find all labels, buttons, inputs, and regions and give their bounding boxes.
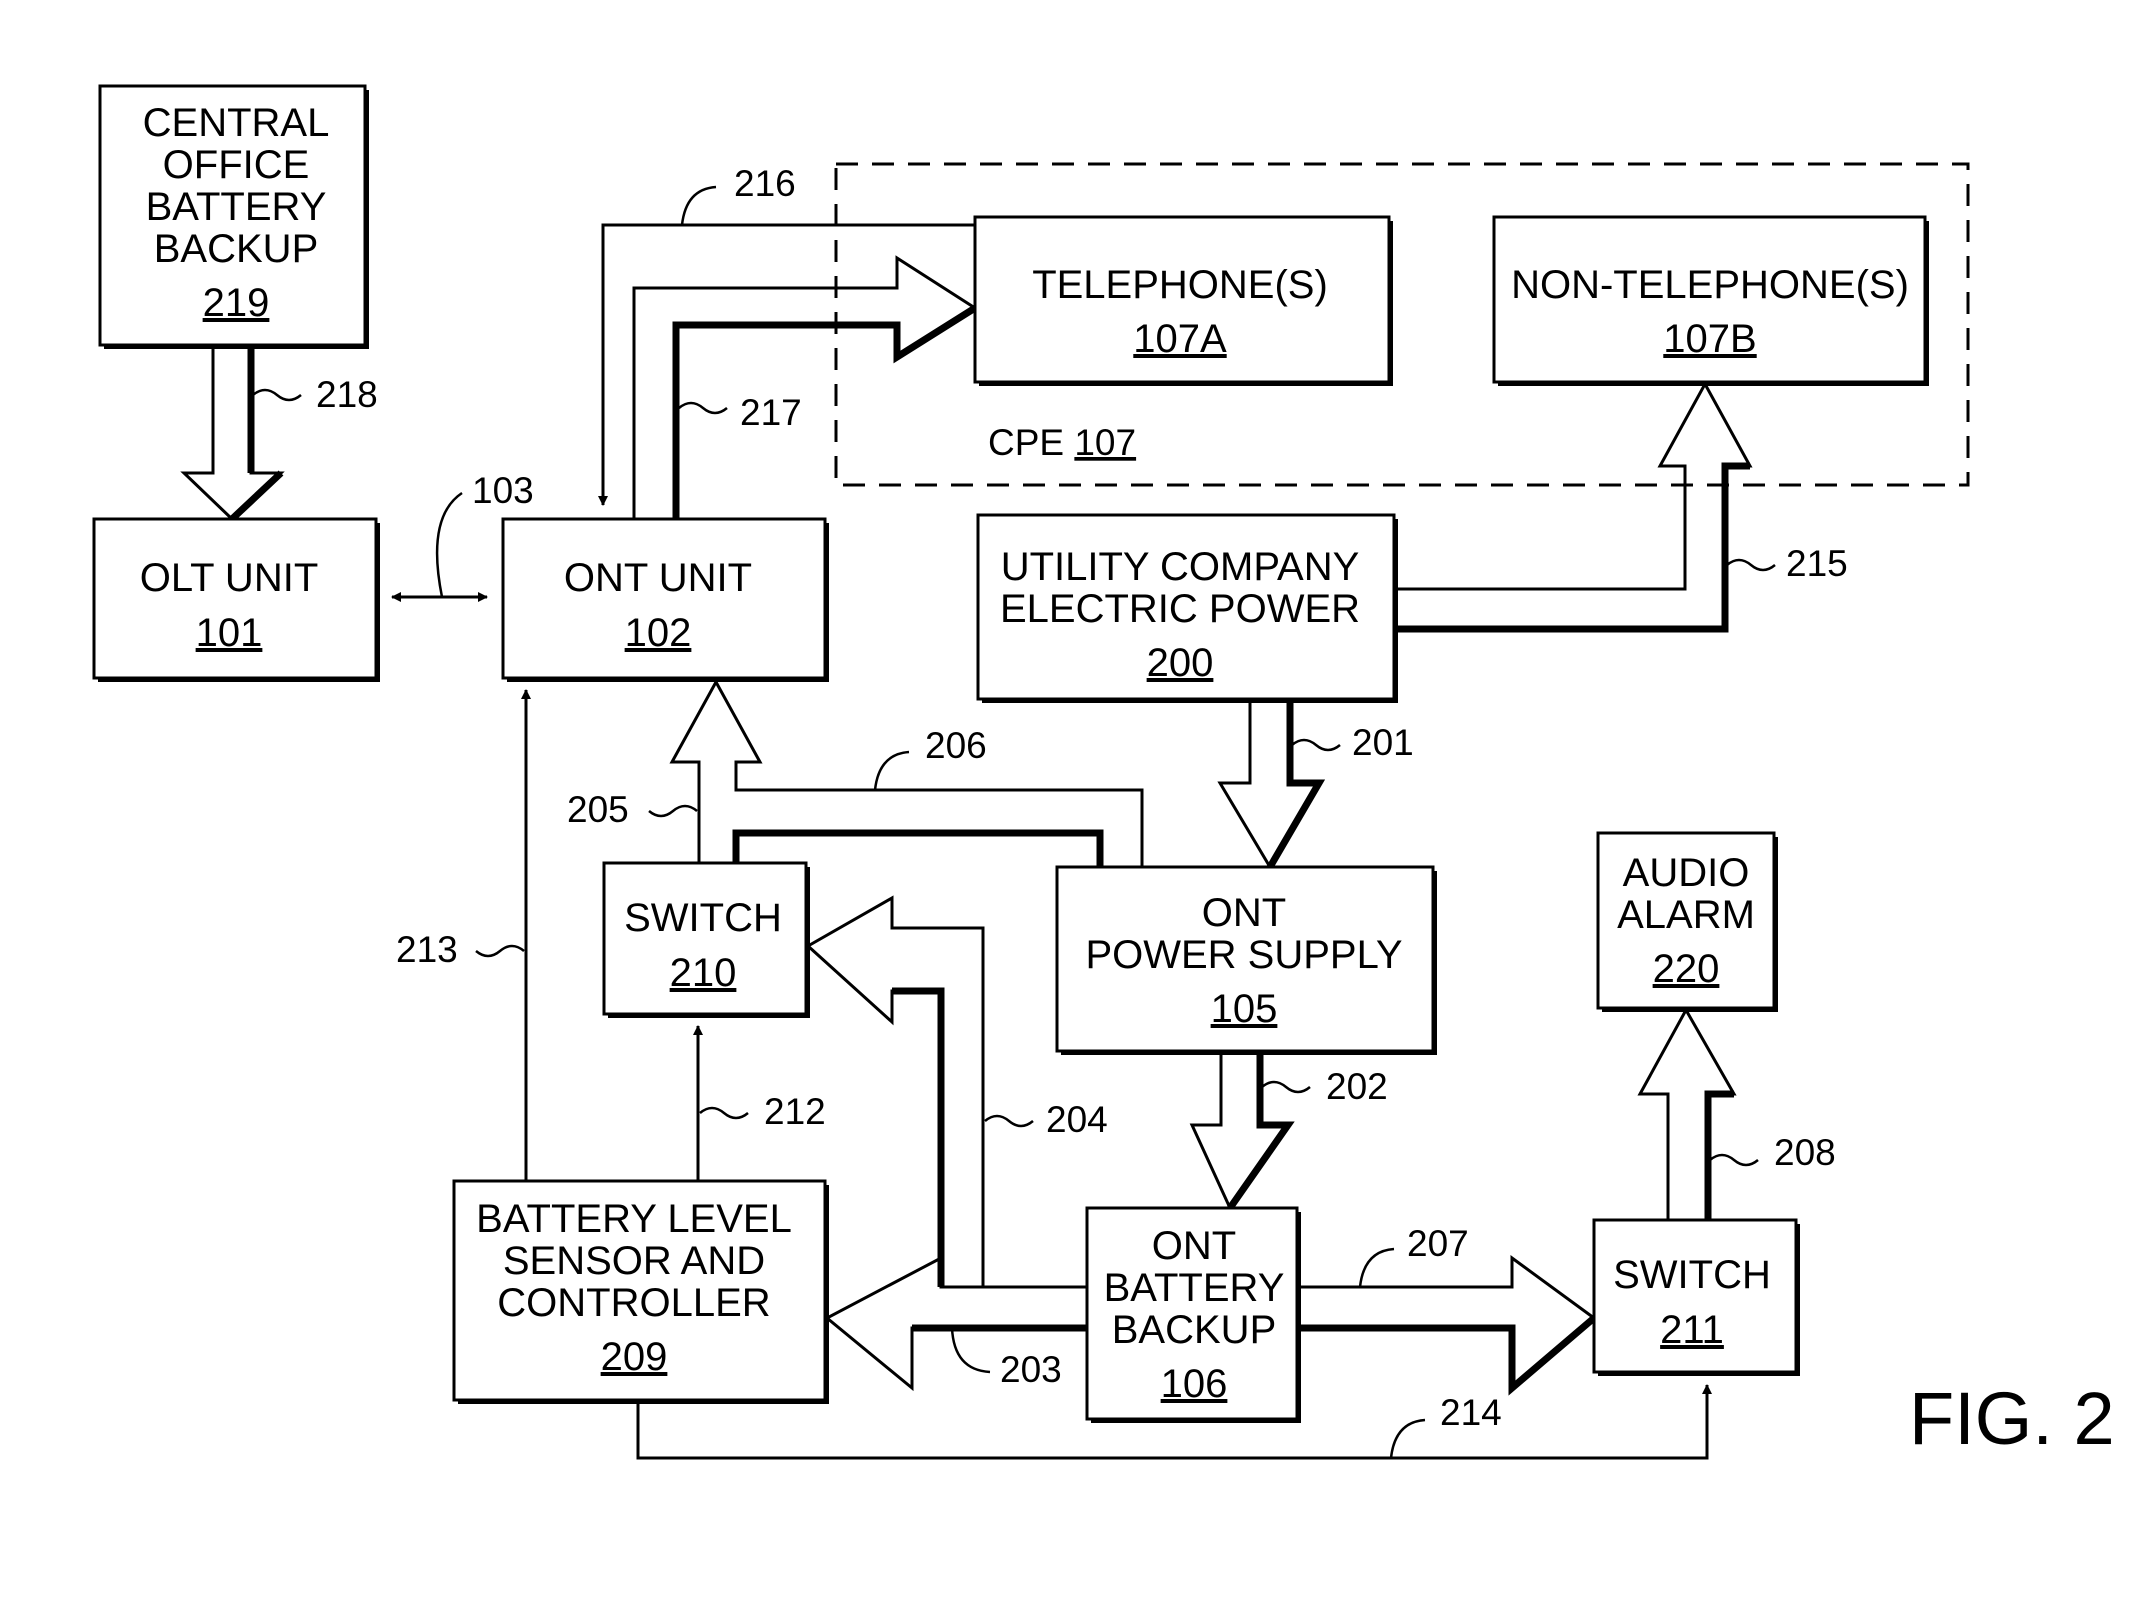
connector-207 <box>1297 1255 1597 1392</box>
block-ont-battery-backup: ONT BATTERY BACKUP 106 <box>1085 1206 1301 1423</box>
block-non-telephones: NON-TELEPHONE(S) 107B <box>1492 215 1929 386</box>
block-audio-alarm: AUDIO ALARM 220 <box>1596 831 1778 1012</box>
ref-215: 215 <box>1786 543 1848 584</box>
ref-211: 211 <box>1660 1308 1724 1352</box>
svg-text:ONT: ONT <box>1202 891 1286 935</box>
ref-220: 220 <box>1653 947 1720 991</box>
ref-214: 214 <box>1440 1392 1502 1433</box>
svg-text:CONTROLLER: CONTROLLER <box>497 1281 770 1325</box>
ref-204: 204 <box>1046 1099 1108 1140</box>
connector-216 <box>598 223 975 506</box>
svg-text:UTILITY COMPANY: UTILITY COMPANY <box>1001 545 1360 589</box>
svg-text:SWITCH: SWITCH <box>624 896 782 940</box>
block-battery-controller: BATTERY LEVEL SENSOR AND CONTROLLER 209 <box>452 1179 829 1404</box>
ref-210: 210 <box>670 951 737 995</box>
svg-text:BATTERY: BATTERY <box>1104 1266 1285 1310</box>
svg-text:BATTERY LEVEL: BATTERY LEVEL <box>476 1197 792 1241</box>
ref-209: 209 <box>601 1335 668 1379</box>
ref-216: 216 <box>734 163 796 204</box>
block-ont-power-supply: ONT POWER SUPPLY 105 <box>1055 865 1437 1055</box>
ref-202: 202 <box>1326 1066 1388 1107</box>
connector-208 <box>1637 1006 1737 1220</box>
svg-text:OLT UNIT: OLT UNIT <box>140 556 319 600</box>
svg-text:ALARM: ALARM <box>1617 893 1755 937</box>
svg-text:SENSOR AND: SENSOR AND <box>503 1239 765 1283</box>
svg-text:SWITCH: SWITCH <box>1613 1253 1771 1297</box>
connector-217 <box>632 255 978 519</box>
svg-text:NON-TELEPHONE(S): NON-TELEPHONE(S) <box>1511 263 1909 307</box>
connector-202 <box>1189 1053 1291 1212</box>
block-co-battery-backup: CENTRAL OFFICE BATTERY BACKUP 219 <box>98 84 369 349</box>
svg-text:ELECTRIC POWER: ELECTRIC POWER <box>1000 587 1360 631</box>
block-olt-unit: OLT UNIT 101 <box>92 517 380 682</box>
ref-102: 102 <box>625 611 692 655</box>
ref-219: 219 <box>203 281 270 325</box>
ref-217: 217 <box>740 392 802 433</box>
block-telephones: TELEPHONE(S) 107A <box>973 215 1393 386</box>
block-switch-210: SWITCH 210 <box>602 861 810 1018</box>
svg-text:POWER SUPPLY: POWER SUPPLY <box>1085 933 1402 977</box>
svg-text:BACKUP: BACKUP <box>1112 1308 1277 1352</box>
ref-201: 201 <box>1352 722 1414 763</box>
ref-106: 106 <box>1161 1362 1228 1406</box>
svg-text:BATTERY: BATTERY <box>146 185 327 229</box>
svg-text:TELEPHONE(S): TELEPHONE(S) <box>1032 263 1328 307</box>
svg-text:AUDIO: AUDIO <box>1623 851 1750 895</box>
cpe-label: CPE 107 <box>988 422 1136 463</box>
svg-text:CENTRAL: CENTRAL <box>143 101 330 145</box>
ref-208: 208 <box>1774 1132 1836 1173</box>
block-utility-power: UTILITY COMPANY ELECTRIC POWER 200 <box>976 513 1398 703</box>
ref-212: 212 <box>764 1091 826 1132</box>
ref-205: 205 <box>567 789 629 830</box>
ref-218: 218 <box>316 374 378 415</box>
figure-label: FIG. 2 <box>1909 1377 2115 1460</box>
connector-215 <box>1394 380 1753 631</box>
block-diagram: CPE 107 218 103 216 217 215 201 206 205 … <box>92 84 2115 1460</box>
block-switch-211: SWITCH 211 <box>1592 1218 1800 1376</box>
ref-105: 105 <box>1211 987 1278 1031</box>
connector-218-shade <box>229 347 284 522</box>
svg-text:OFFICE: OFFICE <box>163 143 310 187</box>
ref-107a: 107A <box>1133 317 1227 361</box>
ref-107b: 107B <box>1663 317 1756 361</box>
ref-203: 203 <box>1000 1349 1062 1390</box>
svg-text:ONT UNIT: ONT UNIT <box>564 556 752 600</box>
ref-207: 207 <box>1407 1223 1469 1264</box>
ref-213: 213 <box>396 929 458 970</box>
svg-text:BACKUP: BACKUP <box>154 227 319 271</box>
svg-text:ONT: ONT <box>1152 1224 1236 1268</box>
block-ont-unit: ONT UNIT 102 <box>501 517 829 682</box>
ref-206: 206 <box>925 725 987 766</box>
connector-206 <box>669 678 1144 867</box>
connector-218 <box>180 347 285 522</box>
connector-204 <box>805 895 1087 1289</box>
ref-101: 101 <box>196 611 263 655</box>
ref-103: 103 <box>472 470 534 511</box>
ref-200: 200 <box>1147 641 1214 685</box>
